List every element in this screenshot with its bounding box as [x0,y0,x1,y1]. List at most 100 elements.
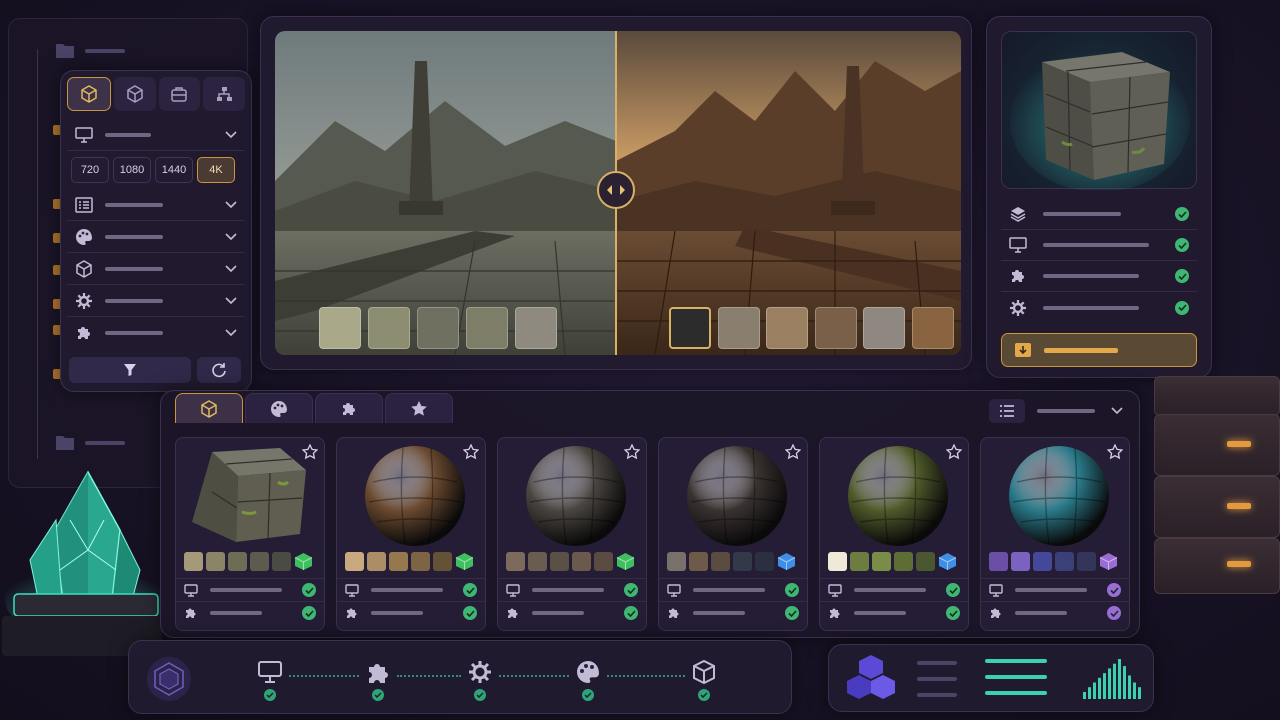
check-icon [624,606,638,620]
texture-swatch-after[interactable] [766,307,808,349]
color-chip[interactable] [528,552,547,571]
color-chip[interactable] [184,552,203,571]
color-chip[interactable] [989,552,1008,571]
library-tab-materials[interactable] [175,393,243,423]
cube-icon [81,85,97,103]
tab-assets[interactable] [158,77,201,111]
preview-row-display[interactable] [1001,230,1197,261]
color-chip[interactable] [345,552,364,571]
preview-row-layers[interactable] [1001,199,1197,230]
favorite-star-icon[interactable] [302,444,318,460]
color-chip[interactable] [433,552,452,571]
material-thumbnail [848,446,948,546]
filter-button[interactable] [69,357,191,383]
puzzle-icon [343,402,355,415]
color-chip[interactable] [411,552,430,571]
library-tab-favorites[interactable] [385,393,453,423]
check-icon [302,606,316,620]
texture-swatch-before[interactable] [515,307,557,349]
color-chip[interactable] [594,552,613,571]
filter-row-plugins[interactable] [67,317,245,349]
resolution-1440[interactable]: 1440 [155,157,193,183]
scene-render[interactable] [275,31,961,355]
filter-row-display[interactable] [67,119,245,151]
tab-materials[interactable] [67,77,111,111]
color-chip[interactable] [872,552,891,571]
reset-button[interactable] [197,357,241,383]
activity-bar [1108,668,1111,699]
pipeline-step[interactable] [365,659,391,701]
texture-swatch-before[interactable] [368,307,410,349]
favorite-star-icon[interactable] [946,444,962,460]
color-chip[interactable] [206,552,225,571]
library-tab-plugins[interactable] [315,393,383,423]
library-tab-palette[interactable] [245,393,313,423]
color-chip[interactable] [1055,552,1074,571]
color-chip[interactable] [828,552,847,571]
cube-badge-icon [455,553,474,570]
favorite-star-icon[interactable] [785,444,801,460]
filter-row-palette[interactable] [67,221,245,253]
star-icon [411,400,427,416]
cube-preview[interactable] [1001,31,1197,190]
color-chip[interactable] [550,552,569,571]
material-card[interactable] [658,437,808,631]
color-chip[interactable] [733,552,752,571]
preview-row-plugins[interactable] [1001,261,1197,292]
color-chip[interactable] [272,552,291,571]
resolution-1080[interactable]: 1080 [113,157,151,183]
texture-swatch-after[interactable] [814,307,857,349]
material-card[interactable] [980,437,1130,631]
pipeline-step[interactable] [467,659,493,701]
color-chip[interactable] [228,552,247,571]
favorite-star-icon[interactable] [624,444,640,460]
texture-swatch-before[interactable] [417,307,459,349]
material-card[interactable] [819,437,969,631]
tab-nodes[interactable] [203,77,245,111]
favorite-star-icon[interactable] [1107,444,1123,460]
download-button[interactable] [1001,333,1197,367]
color-chip[interactable] [916,552,935,571]
preview-row-settings[interactable] [1001,292,1197,323]
check-icon [1175,207,1189,221]
compare-slider-handle[interactable] [597,171,635,209]
texture-swatch-after[interactable] [717,307,760,349]
view-toggle-button[interactable] [989,399,1025,423]
color-chip[interactable] [1077,552,1096,571]
texture-swatch-before[interactable] [466,307,508,349]
color-chip[interactable] [367,552,386,571]
color-chip[interactable] [506,552,525,571]
resolution-720[interactable]: 720 [71,157,109,183]
activity-bar [1088,687,1091,699]
material-card[interactable] [336,437,486,631]
color-chip[interactable] [1033,552,1052,571]
color-chip[interactable] [667,552,686,571]
pipeline-step[interactable] [691,659,717,701]
pipeline-step[interactable] [257,659,283,701]
tab-models[interactable] [113,77,156,111]
color-chip[interactable] [894,552,913,571]
color-chips [506,552,635,571]
texture-swatch-after[interactable] [911,307,954,349]
texture-swatch-before[interactable] [319,307,361,349]
color-chip[interactable] [572,552,591,571]
filter-row-list[interactable] [67,189,245,221]
pipeline-step[interactable] [575,659,601,701]
material-card[interactable] [497,437,647,631]
filter-row-geometry[interactable] [67,253,245,285]
color-chip[interactable] [1011,552,1030,571]
color-chip[interactable] [711,552,730,571]
sort-dropdown[interactable] [1037,401,1129,421]
resolution-4k[interactable]: 4K [197,157,235,183]
favorite-star-icon[interactable] [463,444,479,460]
color-chip[interactable] [689,552,708,571]
texture-swatch-after[interactable] [669,307,711,349]
color-chip[interactable] [755,552,774,571]
color-chip[interactable] [850,552,869,571]
color-chip[interactable] [389,552,408,571]
check-icon [1175,238,1189,252]
material-card[interactable] [175,437,325,631]
color-chip[interactable] [250,552,269,571]
filter-row-settings[interactable] [67,285,245,317]
texture-swatch-after[interactable] [863,307,905,349]
